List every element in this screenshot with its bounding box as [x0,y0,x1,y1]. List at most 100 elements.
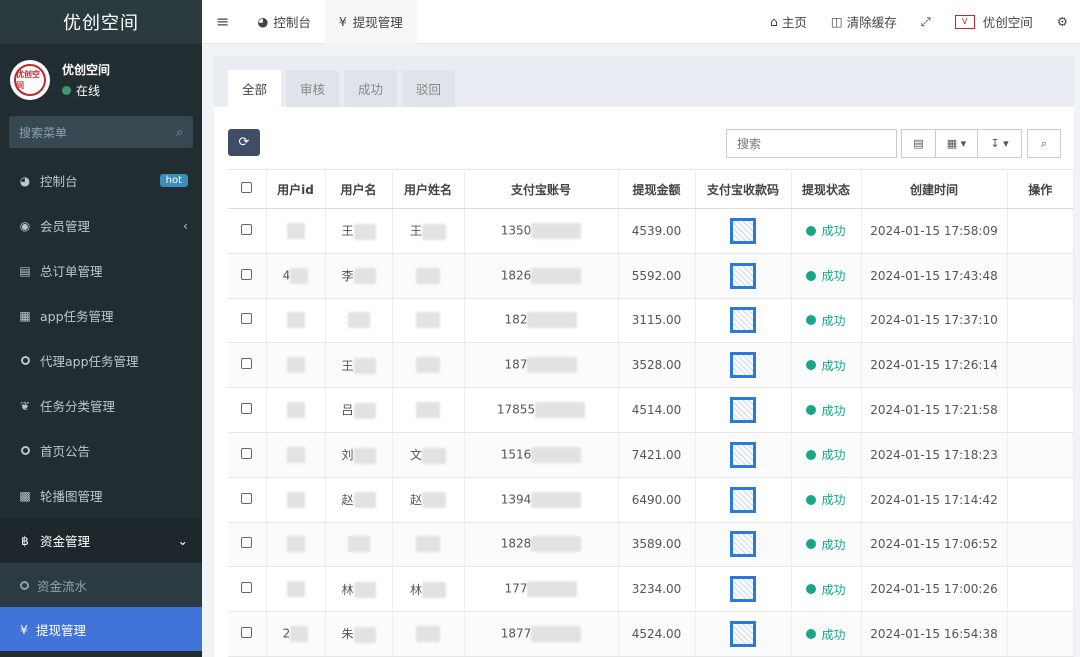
realname-cell: 赵 [392,477,465,523]
username-cell: 吕 [325,387,393,433]
row-checkbox[interactable] [241,358,253,370]
sidebar-item-app-tasks[interactable]: ▦ app任务管理 [0,293,202,338]
sidebar-item-carousel[interactable]: ▩ 轮播图管理 [0,473,202,518]
sidebar-item-members[interactable]: ◉ 会员管理 ‹ [0,203,202,248]
amount-cell: 5592.00 [618,253,696,299]
username-cell: 李 [325,253,393,299]
actions-cell [1007,298,1074,344]
row-checkbox[interactable] [241,537,253,549]
qr-code-image[interactable] [730,397,756,424]
qr-code-image[interactable] [730,486,756,513]
amount-cell: 4539.00 [618,208,696,254]
search-button[interactable]: ⌕ [1027,129,1061,158]
row-checkbox[interactable] [241,492,253,504]
sidebar-item-label: app任务管理 [40,309,114,324]
tab-label: 提现管理 [352,15,403,30]
row-checkbox[interactable] [241,627,253,639]
redaction-blur [347,312,370,329]
row-checkbox[interactable] [241,582,253,594]
redaction-blur [416,267,440,284]
export-button[interactable]: ↧ ▾ [977,129,1022,158]
chevron-left-icon: ‹ [183,218,188,233]
alipay-account: 1828 [500,536,532,551]
sidebar-item-finance[interactable]: ฿ 资金管理 ⌄ [0,518,202,563]
row-checkbox[interactable] [241,268,253,280]
qr-code-image[interactable] [730,352,756,379]
sidebar-item-dashboard[interactable]: ◕ 控制台 hot [0,158,202,203]
menu-toggle-button[interactable]: ≡ [202,0,243,44]
select-all-checkbox[interactable] [241,182,253,193]
user-menu[interactable]: V 优创空间 [943,0,1045,44]
sidebar-item-orders[interactable]: ▤ 总订单管理 [0,248,202,293]
qr-code-cell [695,432,792,478]
col-user-id[interactable]: 用户id [266,169,326,209]
col-actions: 操作 [1007,169,1074,209]
realname-cell [392,522,465,568]
circle-icon [16,356,34,365]
home-link[interactable]: ⌂ 主页 [758,0,819,44]
tab-rejected[interactable]: 驳回 [402,70,456,107]
qr-code-cell [695,342,792,389]
clear-cache-button[interactable]: ◫ 清除缓存 [819,0,909,44]
col-realname[interactable]: 用户姓名 [392,169,465,209]
col-alipay-account[interactable]: 支付宝账号 [464,169,619,209]
user-id-cell [266,477,326,523]
sidebar-item-agent-app-tasks[interactable]: 代理app任务管理 [0,338,202,383]
row-checkbox[interactable] [241,223,253,235]
sidebar-subitem-withdrawals[interactable]: ¥ 提现管理 [0,607,202,651]
sidebar-item-task-categories[interactable]: ❦ 任务分类管理 [0,383,202,428]
table-row: 刘 文 1516 7421.00 成功 2024-01-15 17:18:23 [228,432,1074,478]
status-text: 成功 [821,582,846,597]
bitcoin-icon: ฿ [21,533,29,548]
col-username[interactable]: 用户名 [325,169,393,209]
yen-icon: ¥ [338,14,347,29]
user-name: 优创空间 [62,63,111,77]
username: 吕 [341,403,354,418]
col-created-time[interactable]: 创建时间 [861,169,1008,209]
username-cell: 王 [325,208,393,254]
user-status: 在线 [62,82,110,99]
qr-code-image[interactable] [730,441,756,468]
col-amount[interactable]: 提现金额 [618,169,696,209]
yen-icon: ¥ [20,621,28,637]
alipay-account-cell: 182 [464,298,619,344]
redaction-blur [290,267,309,284]
redaction-blur [531,446,582,463]
list-icon: ▤ [913,137,924,150]
fullscreen-button[interactable]: ⤢ [909,0,943,44]
qr-code-image[interactable] [730,262,756,289]
redaction-blur [527,357,578,374]
tab-withdrawals[interactable]: ¥ 提现管理 [324,0,417,44]
qr-code-image[interactable] [730,307,756,334]
settings-button[interactable]: ⚙ [1045,0,1080,44]
tab-review[interactable]: 审核 [286,70,340,107]
user-panel: 优创空间 优创空间 在线 [0,50,202,110]
row-checkbox[interactable] [241,447,253,459]
qr-code-image[interactable] [730,621,756,648]
sidebar-item-announcements[interactable]: 首页公告 [0,428,202,473]
row-checkbox[interactable] [241,403,253,415]
amount-cell: 3528.00 [618,342,696,389]
row-checkbox[interactable] [241,313,253,325]
sidebar-subitem-fund-flow[interactable]: 资金流水 [0,563,202,607]
created-time-cell: 2024-01-15 17:58:09 [861,208,1008,254]
qr-code-image[interactable] [730,576,756,603]
username: 王 [341,224,354,239]
alipay-account-cell: 17855 [464,387,619,433]
redaction-blur [353,582,376,599]
columns-button[interactable]: ▦ ▾ [935,129,978,158]
tab-success[interactable]: 成功 [344,70,398,107]
table-row: 4 李 1826 5592.00 成功 2024-01-15 17:43:48 [228,253,1074,299]
toggle-view-button[interactable]: ▤ [901,129,936,158]
tab-dashboard[interactable]: ◕ 控制台 [243,0,324,44]
created-time-cell: 2024-01-15 17:37:10 [861,298,1008,344]
col-status[interactable]: 提现状态 [791,169,862,209]
username-cell [325,522,393,568]
menu-search-input[interactable]: 搜索菜单 ⌕ [9,116,193,148]
col-qr-code[interactable]: 支付宝收款码 [695,169,792,209]
qr-code-image[interactable] [730,217,756,244]
tab-all[interactable]: 全部 [228,70,282,107]
table-search-input[interactable] [726,129,897,158]
refresh-button[interactable]: ⟳ [228,129,260,156]
qr-code-image[interactable] [730,531,756,558]
